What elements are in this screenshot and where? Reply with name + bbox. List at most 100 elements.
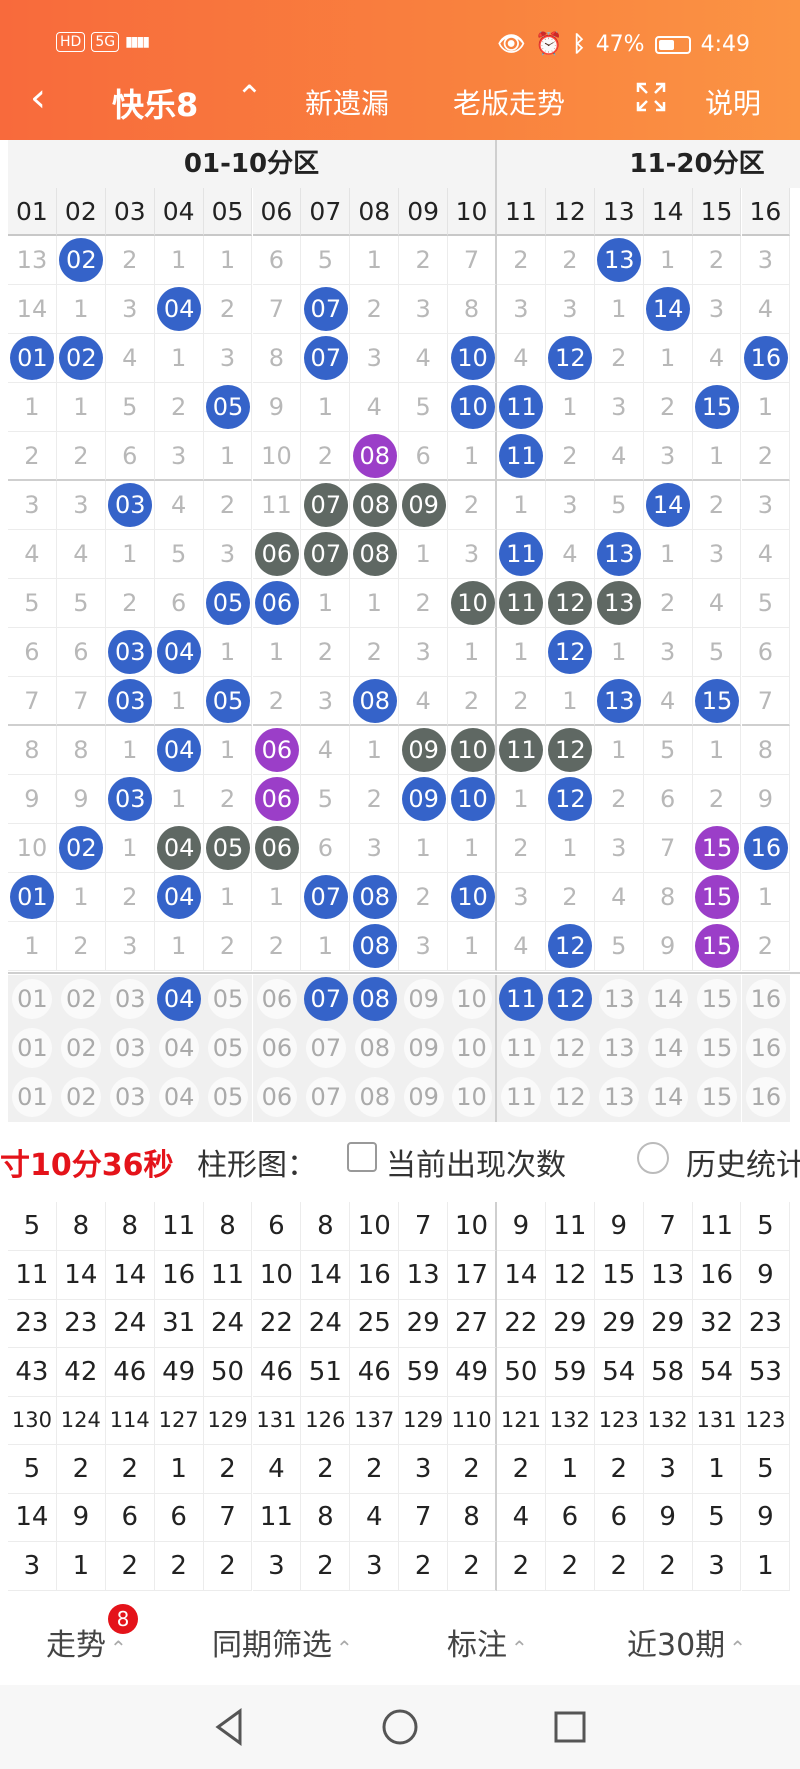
select-number[interactable]: 14	[643, 975, 693, 1024]
select-number[interactable]: 03	[105, 975, 155, 1024]
select-number[interactable]: 05	[203, 975, 253, 1024]
select-number[interactable]: 08	[350, 1073, 400, 1122]
select-number[interactable]: 08	[350, 1024, 400, 1073]
select-number[interactable]: 13	[594, 1024, 644, 1073]
omission-cell: 2	[741, 922, 791, 971]
stat-cell: 8	[56, 1202, 106, 1251]
stat-cell: 6	[105, 1493, 155, 1542]
current-count-label[interactable]: 当前出现次数	[386, 1140, 566, 1184]
new-omission-button[interactable]: 新遗漏	[305, 82, 389, 122]
select-number[interactable]: 08	[350, 975, 400, 1024]
omission-cell: 1	[154, 922, 204, 971]
select-number[interactable]: 03	[105, 1024, 155, 1073]
battery-percent: 47%	[595, 32, 645, 57]
select-number[interactable]: 05	[203, 1024, 253, 1073]
select-number[interactable]: 12	[545, 975, 595, 1024]
zone-label-2: 11-20分区	[497, 140, 800, 188]
select-number[interactable]: 12	[545, 1024, 595, 1073]
select-number[interactable]: 09	[399, 1073, 449, 1122]
tab-last-30[interactable]: 近30期 ⌃	[627, 1620, 746, 1664]
select-number[interactable]: 09	[399, 975, 449, 1024]
stat-cell: 11	[252, 1493, 302, 1542]
chevron-up-icon[interactable]: ⌃	[236, 78, 263, 116]
omission-cell: 6	[399, 432, 449, 481]
select-number[interactable]: 14	[643, 1073, 693, 1122]
stat-cell: 58	[643, 1347, 693, 1397]
hd-badge: HD	[56, 32, 86, 52]
omission-cell: 1	[56, 383, 106, 432]
select-number[interactable]: 04	[154, 1073, 204, 1122]
current-count-checkbox[interactable]	[347, 1142, 377, 1172]
history-stats-radio[interactable]	[637, 1142, 669, 1174]
omission-cell: 2	[350, 285, 400, 334]
select-number[interactable]: 10	[448, 975, 497, 1024]
omission-cell: 2	[252, 922, 302, 971]
stat-cell: 9	[643, 1493, 693, 1542]
select-number[interactable]: 04	[154, 975, 204, 1024]
omission-cell: 8	[448, 285, 497, 334]
recents-square-icon[interactable]	[550, 1707, 590, 1747]
history-stats-label[interactable]: 历史统计	[686, 1140, 800, 1184]
stat-cell: 31	[154, 1299, 204, 1348]
select-number[interactable]: 15	[692, 1073, 742, 1122]
select-number[interactable]: 05	[203, 1073, 253, 1122]
select-number[interactable]: 14	[643, 1024, 693, 1073]
fullscreen-icon[interactable]	[636, 82, 666, 112]
select-number[interactable]: 10	[448, 1024, 497, 1073]
tab-same-period-filter[interactable]: 同期筛选 ⌃	[212, 1620, 353, 1664]
back-arrow-icon[interactable]: ‹	[30, 78, 46, 118]
stat-cell: 8	[448, 1493, 497, 1542]
select-number[interactable]: 15	[692, 1024, 742, 1073]
stat-cell: 2	[105, 1444, 155, 1494]
select-number[interactable]: 01	[8, 1024, 57, 1073]
stat-cell: 13	[399, 1250, 449, 1300]
stat-cell: 3	[252, 1541, 302, 1591]
omission-cell: 1	[545, 824, 595, 873]
select-number[interactable]: 03	[105, 1073, 155, 1122]
home-circle-icon[interactable]	[380, 1707, 420, 1747]
select-number[interactable]: 02	[56, 1024, 106, 1073]
omission-cell: 3	[643, 628, 693, 677]
select-number[interactable]: 15	[692, 975, 742, 1024]
stat-cell: 32	[692, 1299, 742, 1348]
stat-cell: 126	[301, 1396, 351, 1445]
back-triangle-icon[interactable]	[210, 1707, 250, 1747]
select-number[interactable]: 13	[594, 1073, 644, 1122]
omission-cell: 2	[497, 677, 546, 726]
select-number[interactable]: 12	[545, 1073, 595, 1122]
select-number[interactable]: 09	[399, 1024, 449, 1073]
zone-label-1: 01-10分区	[8, 140, 497, 188]
column-header: 08	[350, 188, 400, 236]
select-number[interactable]: 01	[8, 975, 57, 1024]
omission-cell: 4	[105, 334, 155, 383]
select-number[interactable]: 02	[56, 975, 106, 1024]
select-number[interactable]: 06	[252, 975, 302, 1024]
select-number[interactable]: 07	[301, 975, 351, 1024]
select-number[interactable]: 13	[594, 975, 644, 1024]
select-number[interactable]: 01	[8, 1073, 57, 1122]
omission-cell: 4	[154, 481, 204, 530]
select-number[interactable]: 07	[301, 1024, 351, 1073]
old-trend-button[interactable]: 老版走势	[453, 82, 565, 122]
help-button[interactable]: 说明	[705, 82, 761, 122]
number-ball: 02	[59, 826, 104, 870]
bluetooth-icon: ᛒ	[572, 32, 586, 57]
select-number[interactable]: 06	[252, 1024, 302, 1073]
select-number[interactable]: 10	[448, 1073, 497, 1122]
select-number[interactable]: 02	[56, 1073, 106, 1122]
omission-cell: 1	[448, 432, 497, 481]
select-number[interactable]: 04	[154, 1024, 204, 1073]
select-number[interactable]: 11	[497, 1073, 546, 1122]
select-number[interactable]: 16	[741, 975, 791, 1024]
select-number[interactable]: 11	[497, 975, 546, 1024]
tab-annotate-label: 标注	[447, 1628, 507, 1663]
select-number[interactable]: 11	[497, 1024, 546, 1073]
select-number[interactable]: 16	[741, 1024, 791, 1073]
select-number[interactable]: 16	[741, 1073, 791, 1122]
omission-cell: 4	[741, 530, 791, 579]
page-title[interactable]: 快乐8	[112, 80, 198, 126]
column-header: 06	[252, 188, 302, 236]
tab-annotate[interactable]: 标注 ⌃	[447, 1620, 528, 1664]
select-number[interactable]: 07	[301, 1073, 351, 1122]
select-number[interactable]: 06	[252, 1073, 302, 1122]
